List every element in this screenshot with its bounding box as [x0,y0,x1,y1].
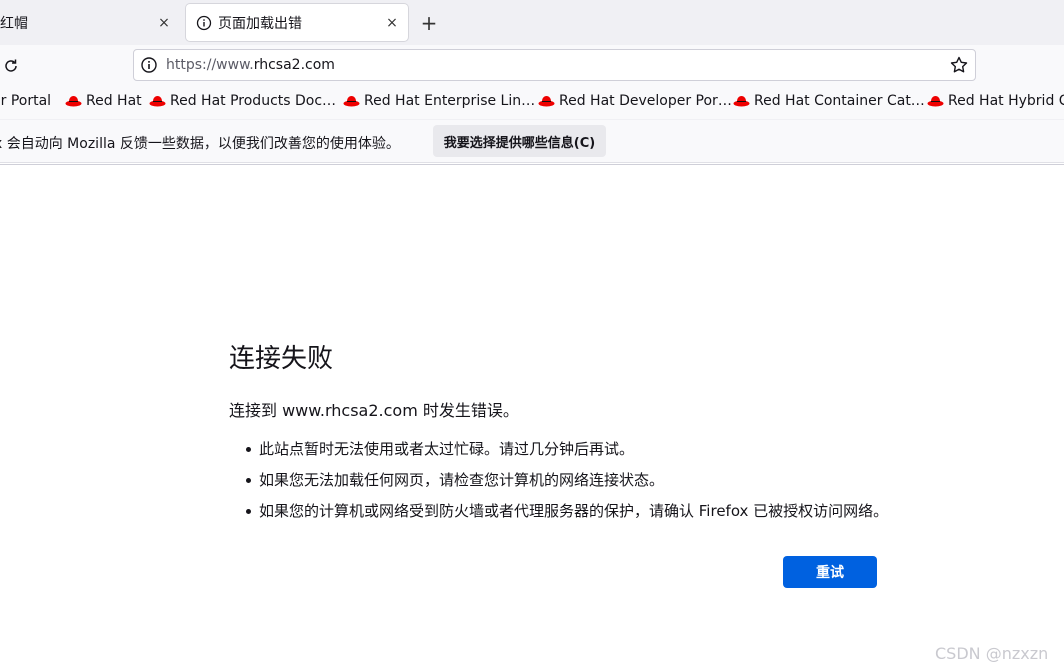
bookmark-label: Red Hat Container Cat… [754,93,925,109]
info-icon [196,15,212,31]
close-icon[interactable]: × [154,13,174,33]
tab-redhat[interactable]: 红帽 × [0,4,180,41]
bookmark-star-icon[interactable] [949,55,969,75]
browser-window: 红帽 × 页面加载出错 × + https://www.rhcsa2.com r… [0,0,1064,672]
url-prefix: https://www. [166,57,254,73]
bookmark-item[interactable]: Red Hat [65,93,142,109]
bookmark-label: Red Hat Products Doc… [170,93,337,109]
redhat-logo-icon [343,96,360,107]
bookmark-label: Red Hat Developer Por… [559,93,732,109]
tab-page-load-error[interactable]: 页面加载出错 × [186,4,408,41]
redhat-logo-icon [538,96,555,107]
retry-button[interactable]: 重试 [783,556,877,588]
bookmark-item[interactable]: Red Hat Hybrid Cl [927,93,1064,109]
redhat-logo-icon [733,96,750,107]
info-icon[interactable] [140,56,158,74]
url-domain: rhcsa2.com [253,57,335,73]
choose-data-button[interactable]: 我要选择提供哪些信息(C) [433,125,606,157]
tab-strip: 红帽 × 页面加载出错 × + [0,0,1064,46]
redhat-logo-icon [149,96,166,107]
tab-title: 红帽 [0,15,28,32]
bookmark-label: er Portal [0,93,52,109]
notification-text: x 会自动向 Mozilla 反馈一些数据，以便我们改善您的使用体验。 [0,136,400,152]
content-divider [0,164,1064,165]
bookmarks-toolbar: er Portal Red Hat Red Hat Products Doc… … [0,85,1064,119]
list-item: 如果您的计算机或网络受到防火墙或者代理服务器的保护，请确认 Firefox 已被… [229,498,888,529]
tab-title: 页面加载出错 [218,15,302,32]
bookmark-label: Red Hat Enterprise Lin… [364,93,536,109]
error-title: 连接失败 [229,344,334,374]
bookmark-item[interactable]: Red Hat Products Doc… [149,93,336,109]
redhat-logo-icon [65,96,82,107]
navigation-toolbar: https://www.rhcsa2.com [0,45,1064,85]
bookmark-item[interactable]: Red Hat Developer Por… [538,93,732,109]
bookmark-label: Red Hat [86,93,142,109]
bookmark-item[interactable]: Red Hat Container Cat… [733,93,925,109]
watermark: CSDN @nzxzn [935,644,1049,663]
close-icon[interactable]: × [382,13,402,33]
new-tab-button[interactable]: + [418,11,440,35]
bookmark-item[interactable]: er Portal [0,93,51,109]
list-item: 此站点暂时无法使用或者太过忙碌。请过几分钟后再试。 [229,436,888,467]
bookmark-label: Red Hat Hybrid Cl [948,93,1064,109]
data-reporting-notification: x 会自动向 Mozilla 反馈一些数据，以便我们改善您的使用体验。 我要选择… [0,119,1064,163]
error-suggestion-list: 此站点暂时无法使用或者太过忙碌。请过几分钟后再试。 如果您无法加载任何网页，请检… [229,436,888,529]
error-description: 连接到 www.rhcsa2.com 时发生错误。 [229,401,519,420]
reload-icon[interactable] [1,56,21,76]
url-bar[interactable]: https://www.rhcsa2.com [133,49,976,81]
list-item: 如果您无法加载任何网页，请检查您计算机的网络连接状态。 [229,467,888,498]
url-text[interactable]: https://www.rhcsa2.com [166,57,949,73]
redhat-logo-icon [927,96,944,107]
bookmark-item[interactable]: Red Hat Enterprise Lin… [343,93,535,109]
